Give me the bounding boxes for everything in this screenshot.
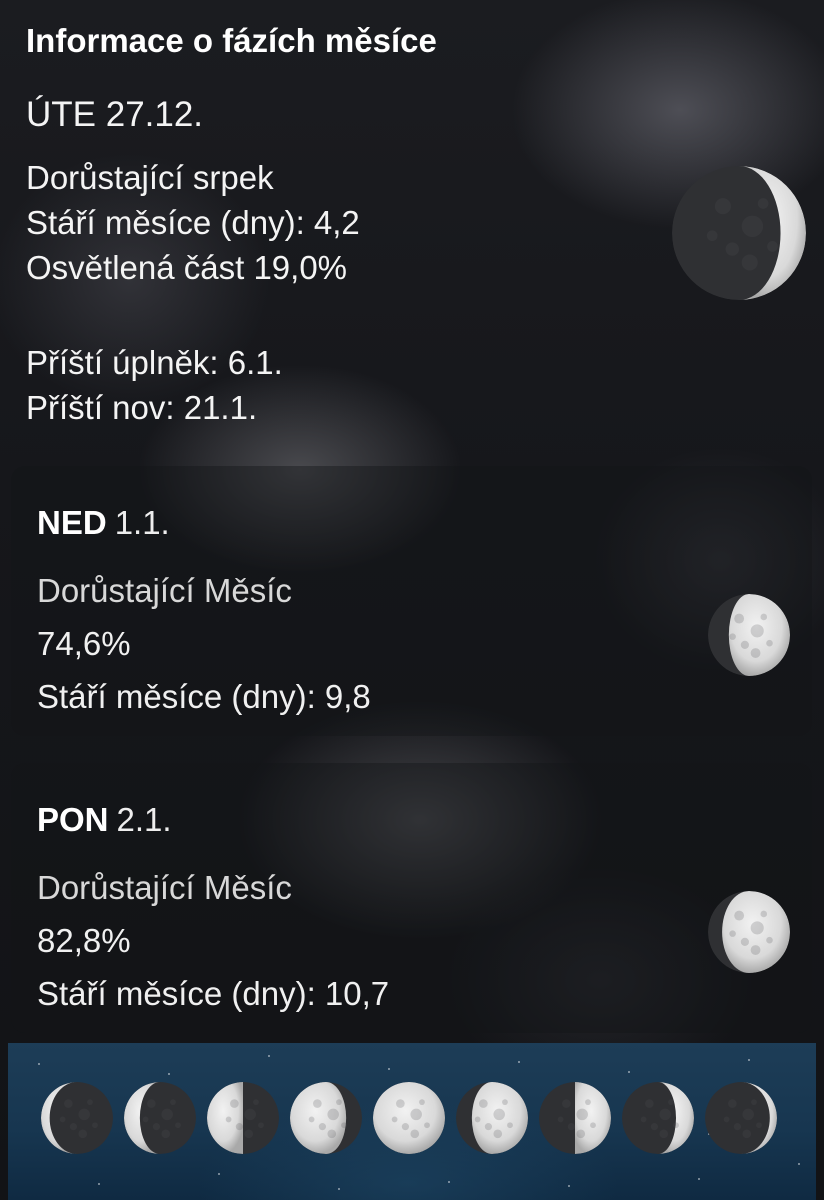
phase-strip-moon-icon (373, 1082, 445, 1154)
day-moon-icon (708, 891, 790, 973)
current-date: ÚTE 27.12. (26, 95, 204, 134)
day-name: PON (37, 801, 109, 838)
star-dot (448, 1181, 450, 1183)
day-card-sunday[interactable]: NED 1.1. Dorůstající Měsíc 74,6% Stáří mě… (11, 466, 812, 736)
current-moon-info: Dorůstající srpek Stáří měsíce (dny): 4,… (26, 155, 360, 290)
star-dot (628, 1071, 630, 1073)
phase-strip-moon-icon (539, 1082, 611, 1154)
star-dot (698, 1178, 700, 1180)
phase-strip-moon-icon (41, 1082, 113, 1154)
current-phase-name: Dorůstající srpek (26, 159, 274, 196)
phase-strip-moon-icon (290, 1082, 362, 1154)
phase-strip-moon-icon (207, 1082, 279, 1154)
day-phase-name: Dorůstající Měsíc (37, 869, 292, 906)
day-illumination: 82,8% (37, 922, 131, 959)
star-dot (218, 1173, 220, 1175)
star-dot (268, 1055, 270, 1057)
star-dot (168, 1073, 170, 1075)
day-phase-name: Dorůstající Měsíc (37, 572, 292, 609)
day-moon-age: Stáří měsíce (dny): 10,7 (37, 975, 390, 1012)
day-card-details: Dorůstající Měsíc 74,6% Stáří měsíce (dn… (37, 564, 371, 723)
day-name: NED (37, 504, 107, 541)
phase-strip-moon-icon (124, 1082, 196, 1154)
star-dot (568, 1185, 570, 1187)
star-dot (388, 1068, 390, 1070)
phase-strip-moon-icon (456, 1082, 528, 1154)
phase-strip-moon-icon (705, 1082, 777, 1154)
day-card-header: NED 1.1. (37, 504, 170, 542)
star-dot (798, 1163, 800, 1165)
day-moon-age: Stáří měsíce (dny): 9,8 (37, 678, 371, 715)
day-date: 1.1. (114, 504, 170, 541)
star-dot (38, 1063, 40, 1065)
current-illumination: Osvětlená část 19,0% (26, 249, 348, 286)
day-illumination: 74,6% (37, 625, 131, 662)
next-phases-info: Příští úplněk: 6.1. Příští nov: 21.1. (26, 340, 283, 430)
moon-phase-strip-banner[interactable] (8, 1043, 816, 1200)
day-card-details: Dorůstající Měsíc 82,8% Stáří měsíce (dn… (37, 861, 389, 1020)
star-dot (748, 1059, 750, 1061)
page-title: Informace o fázích měsíce (26, 22, 437, 59)
day-card-monday[interactable]: PON 2.1. Dorůstající Měsíc 82,8% Stáří mě… (11, 763, 812, 1033)
star-dot (98, 1183, 100, 1185)
star-dot (518, 1061, 520, 1063)
day-moon-icon (708, 594, 790, 676)
phase-strip-moon-icon (622, 1082, 694, 1154)
star-dot (338, 1188, 340, 1190)
day-date: 2.1. (116, 801, 172, 838)
day-card-header: PON 2.1. (37, 801, 172, 839)
next-full-moon: Příští úplněk: 6.1. (26, 344, 283, 381)
current-moon-icon (672, 166, 806, 300)
next-new-moon: Příští nov: 21.1. (26, 389, 258, 426)
current-moon-age: Stáří měsíce (dny): 4,2 (26, 204, 360, 241)
